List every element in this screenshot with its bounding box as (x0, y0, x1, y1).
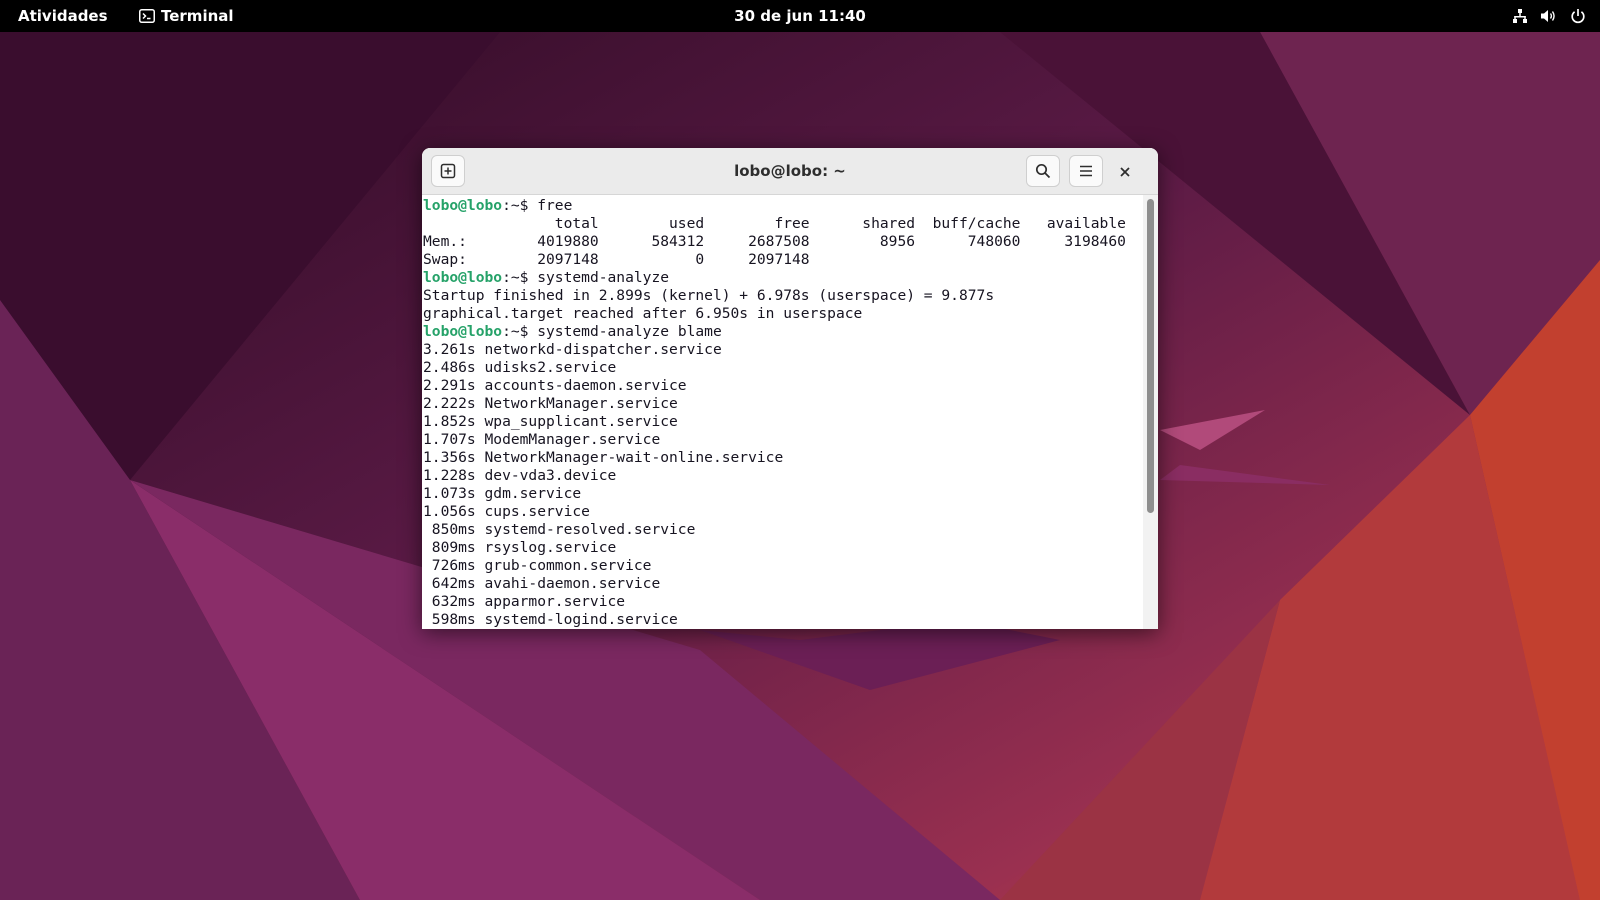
output-text: Startup finished in 2.899s (kernel) + 6.… (423, 287, 995, 304)
output-text: 1.056s cups.service (423, 503, 590, 520)
output-text: 850ms systemd-resolved.service (423, 521, 696, 538)
clock[interactable]: 30 de jun 11:40 (734, 7, 866, 25)
search-icon (1035, 163, 1051, 179)
output-text: 1.356s NetworkManager-wait-online.servic… (423, 449, 784, 466)
output-text: 809ms rsyslog.service (423, 539, 617, 556)
shell-prompt: lobo@lobo (423, 197, 503, 214)
output-text: 642ms avahi-daemon.service (423, 575, 661, 592)
output-text: 3.261s networkd-dispatcher.service (423, 341, 722, 358)
network-icon (1513, 9, 1527, 23)
terminal-icon (139, 9, 155, 23)
terminal-output-line: 850ms systemd-resolved.service (423, 521, 1126, 539)
close-icon (1120, 167, 1130, 177)
terminal-output-line: 3.261s networkd-dispatcher.service (423, 341, 1126, 359)
output-text: 598ms systemd-logind.service (423, 611, 678, 628)
shell-prompt: lobo@lobo (423, 269, 503, 286)
terminal-output-line: 2.486s udisks2.service (423, 359, 1126, 377)
terminal-output-line: 726ms grub-common.service (423, 557, 1126, 575)
terminal-command-line: lobo@lobo:~$ free (423, 197, 1126, 215)
terminal-output-line: Startup finished in 2.899s (kernel) + 6.… (423, 287, 1126, 305)
app-menu-terminal[interactable]: Terminal (139, 7, 234, 25)
window-headerbar[interactable]: lobo@lobo: ~ (422, 148, 1158, 195)
terminal-command-line: lobo@lobo:~$ systemd-analyze (423, 269, 1126, 287)
output-text: total used free shared buff/cache availa… (423, 215, 1126, 232)
terminal-output-line: graphical.target reached after 6.950s in… (423, 305, 1126, 323)
terminal-output-line: 1.356s NetworkManager-wait-online.servic… (423, 449, 1126, 467)
activities-button[interactable]: Atividades (18, 7, 108, 25)
output-text: 2.291s accounts-daemon.service (423, 377, 687, 394)
terminal-output-line: 1.056s cups.service (423, 503, 1126, 521)
output-text: Mem.: 4019880 584312 2687508 8956 748060… (423, 233, 1126, 250)
terminal-output-line: 809ms rsyslog.service (423, 539, 1126, 557)
output-text: graphical.target reached after 6.950s in… (423, 305, 863, 322)
terminal-command-line: lobo@lobo:~$ systemd-analyze blame (423, 323, 1126, 341)
output-text: 2.222s NetworkManager.service (423, 395, 678, 412)
terminal-output-line: 2.291s accounts-daemon.service (423, 377, 1126, 395)
terminal-output-line: 632ms apparmor.service (423, 593, 1126, 611)
shell-prompt-suffix: :~$ (502, 269, 538, 286)
terminal-output-line: 1.707s ModemManager.service (423, 431, 1126, 449)
command-text: free (537, 197, 573, 214)
terminal-output-line: 1.073s gdm.service (423, 485, 1126, 503)
search-button[interactable] (1026, 155, 1060, 187)
terminal-output-line: 2.222s NetworkManager.service (423, 395, 1126, 413)
hamburger-menu-icon (1080, 165, 1092, 177)
system-status-area[interactable] (1512, 8, 1586, 24)
top-bar: Atividades Terminal 30 de jun 11:40 (0, 0, 1600, 32)
shell-prompt-suffix: :~$ (502, 197, 538, 214)
terminal-output-line: 1.852s wpa_supplicant.service (423, 413, 1126, 431)
power-icon (1571, 9, 1585, 24)
shell-prompt-suffix: :~$ (502, 323, 538, 340)
main-menu-button[interactable] (1069, 155, 1103, 187)
terminal-output-line: Mem.: 4019880 584312 2687508 8956 748060… (423, 233, 1126, 251)
terminal-output-line: 642ms avahi-daemon.service (423, 575, 1126, 593)
scrollbar-thumb[interactable] (1147, 199, 1154, 513)
shell-prompt: lobo@lobo (423, 323, 503, 340)
output-text: 726ms grub-common.service (423, 557, 652, 574)
command-text: systemd-analyze blame (537, 323, 722, 340)
output-text: 632ms apparmor.service (423, 593, 626, 610)
terminal-text: lobo@lobo:~$ free total used free shared… (423, 197, 1126, 629)
output-text: 1.073s gdm.service (423, 485, 582, 502)
output-text: 2.486s udisks2.service (423, 359, 617, 376)
command-text: systemd-analyze (537, 269, 670, 286)
terminal-window: lobo@lobo: ~ lobo@lobo:~$ free total use… (422, 148, 1158, 629)
close-window-button[interactable] (1112, 159, 1138, 185)
terminal-output-area[interactable]: lobo@lobo:~$ free total used free shared… (422, 195, 1158, 629)
output-text: 1.228s dev-vda3.device (423, 467, 617, 484)
terminal-output-line: Swap: 2097148 0 2097148 (423, 251, 1126, 269)
terminal-output-line: total used free shared buff/cache availa… (423, 215, 1126, 233)
terminal-output-line: 1.228s dev-vda3.device (423, 467, 1126, 485)
output-text: Swap: 2097148 0 2097148 (423, 251, 810, 268)
terminal-output-line: 598ms systemd-logind.service (423, 611, 1126, 629)
app-menu-label: Terminal (161, 7, 234, 25)
output-text: 1.707s ModemManager.service (423, 431, 661, 448)
output-text: 1.852s wpa_supplicant.service (423, 413, 678, 430)
volume-icon (1541, 10, 1555, 22)
